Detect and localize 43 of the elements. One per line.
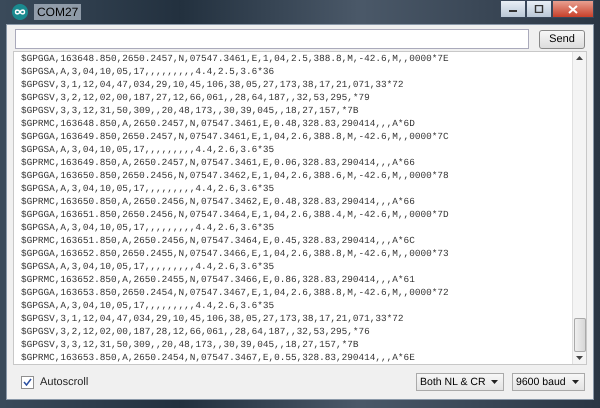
serial-output-line: $GPRMC,163649.850,A,2650.2457,N,07547.3461,E,0.06,328.83,290414,,,A*66 bbox=[21, 156, 416, 169]
close-button[interactable] bbox=[552, 0, 594, 18]
serial-output-line: $GPGSA,A,3,04,10,05,17,,,,,,,,,4.4,2.5,3.6*36 bbox=[21, 65, 276, 78]
autoscroll-label: Autoscroll bbox=[40, 376, 88, 388]
serial-output-line: $GPRMC,163651.850,A,2650.2456,N,07547.3464,E,0.45,328.83,290414,,,A*6C bbox=[21, 234, 416, 247]
serial-output-line: $GPGGA,163652.850,2650.2455,N,07547.3466,E,1,04,2.6,388.8,M,-42.6,M,,0000*73 bbox=[21, 247, 450, 260]
serial-output-line: $GPRMC,163653.850,A,2650.2454,N,07547.3467,E,0.55,328.83,290414,,,A*6E bbox=[21, 351, 416, 364]
maximize-button[interactable] bbox=[526, 0, 552, 18]
autoscroll-checkbox[interactable] bbox=[21, 376, 34, 388]
serial-output-line: $GPGGA,163650.850,2650.2456,N,07547.3462,E,1,04,2.6,388.6,M,-42.6,M,,0000*78 bbox=[21, 169, 450, 182]
serial-output-line: $GPGSA,A,3,04,10,05,17,,,,,,,,,4.4,2.6,3.6*35 bbox=[21, 299, 276, 312]
caret-icon bbox=[491, 380, 498, 384]
serial-output-line: $GPGSV,3,1,12,04,47,034,29,10,45,106,38,05,27,173,38,17,21,071,33*72 bbox=[21, 312, 405, 325]
serial-output-line: $GPGSA,A,3,04,10,05,17,,,,,,,,,4.4,2.6,3.6*35 bbox=[21, 182, 276, 195]
send-input-field[interactable] bbox=[15, 29, 529, 49]
maximize-icon bbox=[534, 5, 544, 13]
scrollbar[interactable] bbox=[572, 52, 586, 364]
serial-output-line: $GPGSV,3,2,12,02,00,187,27,12,66,061,,28,64,187,,32,53,295,*79 bbox=[21, 91, 371, 104]
close-icon bbox=[568, 4, 578, 14]
serial-output-line: $GPRMC,163648.850,A,2650.2457,N,07547.3461,E,0.48,328.83,290414,,,A*6D bbox=[21, 117, 416, 130]
serial-output-line: $GPGSA,A,3,04,10,05,17,,,,,,,,,4.4,2.6,3.6*35 bbox=[21, 221, 276, 234]
serial-output-line: $GPRMC,163650.850,A,2650.2456,N,07547.3462,E,0.48,328.83,290414,,,A*66 bbox=[21, 195, 416, 208]
send-button[interactable]: Send bbox=[539, 30, 585, 48]
scroll-up-icon[interactable] bbox=[576, 56, 583, 60]
serial-output-line: $GPGGA,163649.850,2650.2457,N,07547.3461,E,1,04,2.6,388.8,M,-42.6,M,,0000*7C bbox=[21, 130, 450, 143]
serial-output-line: $GPGGA,163648.850,2650.2457,N,07547.3461,E,1,04,2.5,388.8,M,-42.6,M,,0000*7E bbox=[21, 52, 450, 65]
window-title: COM27 bbox=[34, 4, 82, 20]
serial-output-line: $GPGSV,3,2,12,02,00,187,28,12,66,061,,28,64,187,,32,53,295,*76 bbox=[21, 325, 371, 338]
serial-output-line: $GPGSA,A,3,04,10,05,17,,,,,,,,,4.4,2.6,3.6*35 bbox=[21, 260, 276, 273]
serial-output-line: $GPRMC,163652.850,A,2650.2455,N,07547.3466,E,0.86,328.83,290414,,,A*61 bbox=[21, 273, 416, 286]
baud-rate-dropdown[interactable]: 9600 baud bbox=[512, 373, 585, 391]
minimize-button[interactable] bbox=[500, 0, 526, 18]
serial-output-line: $GPGSV,3,3,12,31,50,309,,20,48,173,,30,39,045,,18,27,157,*7B bbox=[21, 104, 360, 117]
caret-icon bbox=[572, 380, 579, 384]
serial-output-line: $GPGSV,3,3,12,31,50,309,,20,48,173,,30,39,045,,18,27,157,*7B bbox=[21, 338, 360, 351]
scrollbar-thumb[interactable] bbox=[574, 318, 586, 352]
serial-output-line: $GPGSA,A,3,04,10,05,17,,,,,,,,,4.4,2.6,3.6*35 bbox=[21, 143, 276, 156]
serial-output-line: $GPGSV,3,1,12,04,47,034,29,10,45,106,38,05,27,173,38,17,21,071,33*72 bbox=[21, 78, 405, 91]
scroll-down-icon[interactable] bbox=[576, 356, 583, 360]
infinity-logo-icon bbox=[12, 4, 28, 20]
serial-output-line: $GPGGA,163653.850,2650.2454,N,07547.3467,E,1,04,2.6,388.8,M,-42.6,M,,0000*72 bbox=[21, 286, 450, 299]
line-ending-dropdown[interactable]: Both NL & CR bbox=[416, 373, 504, 391]
serial-output-line: $GPGGA,163651.850,2650.2456,N,07547.3464,E,1,04,2.6,388.4,M,-42.6,M,,0000*7D bbox=[21, 208, 450, 221]
